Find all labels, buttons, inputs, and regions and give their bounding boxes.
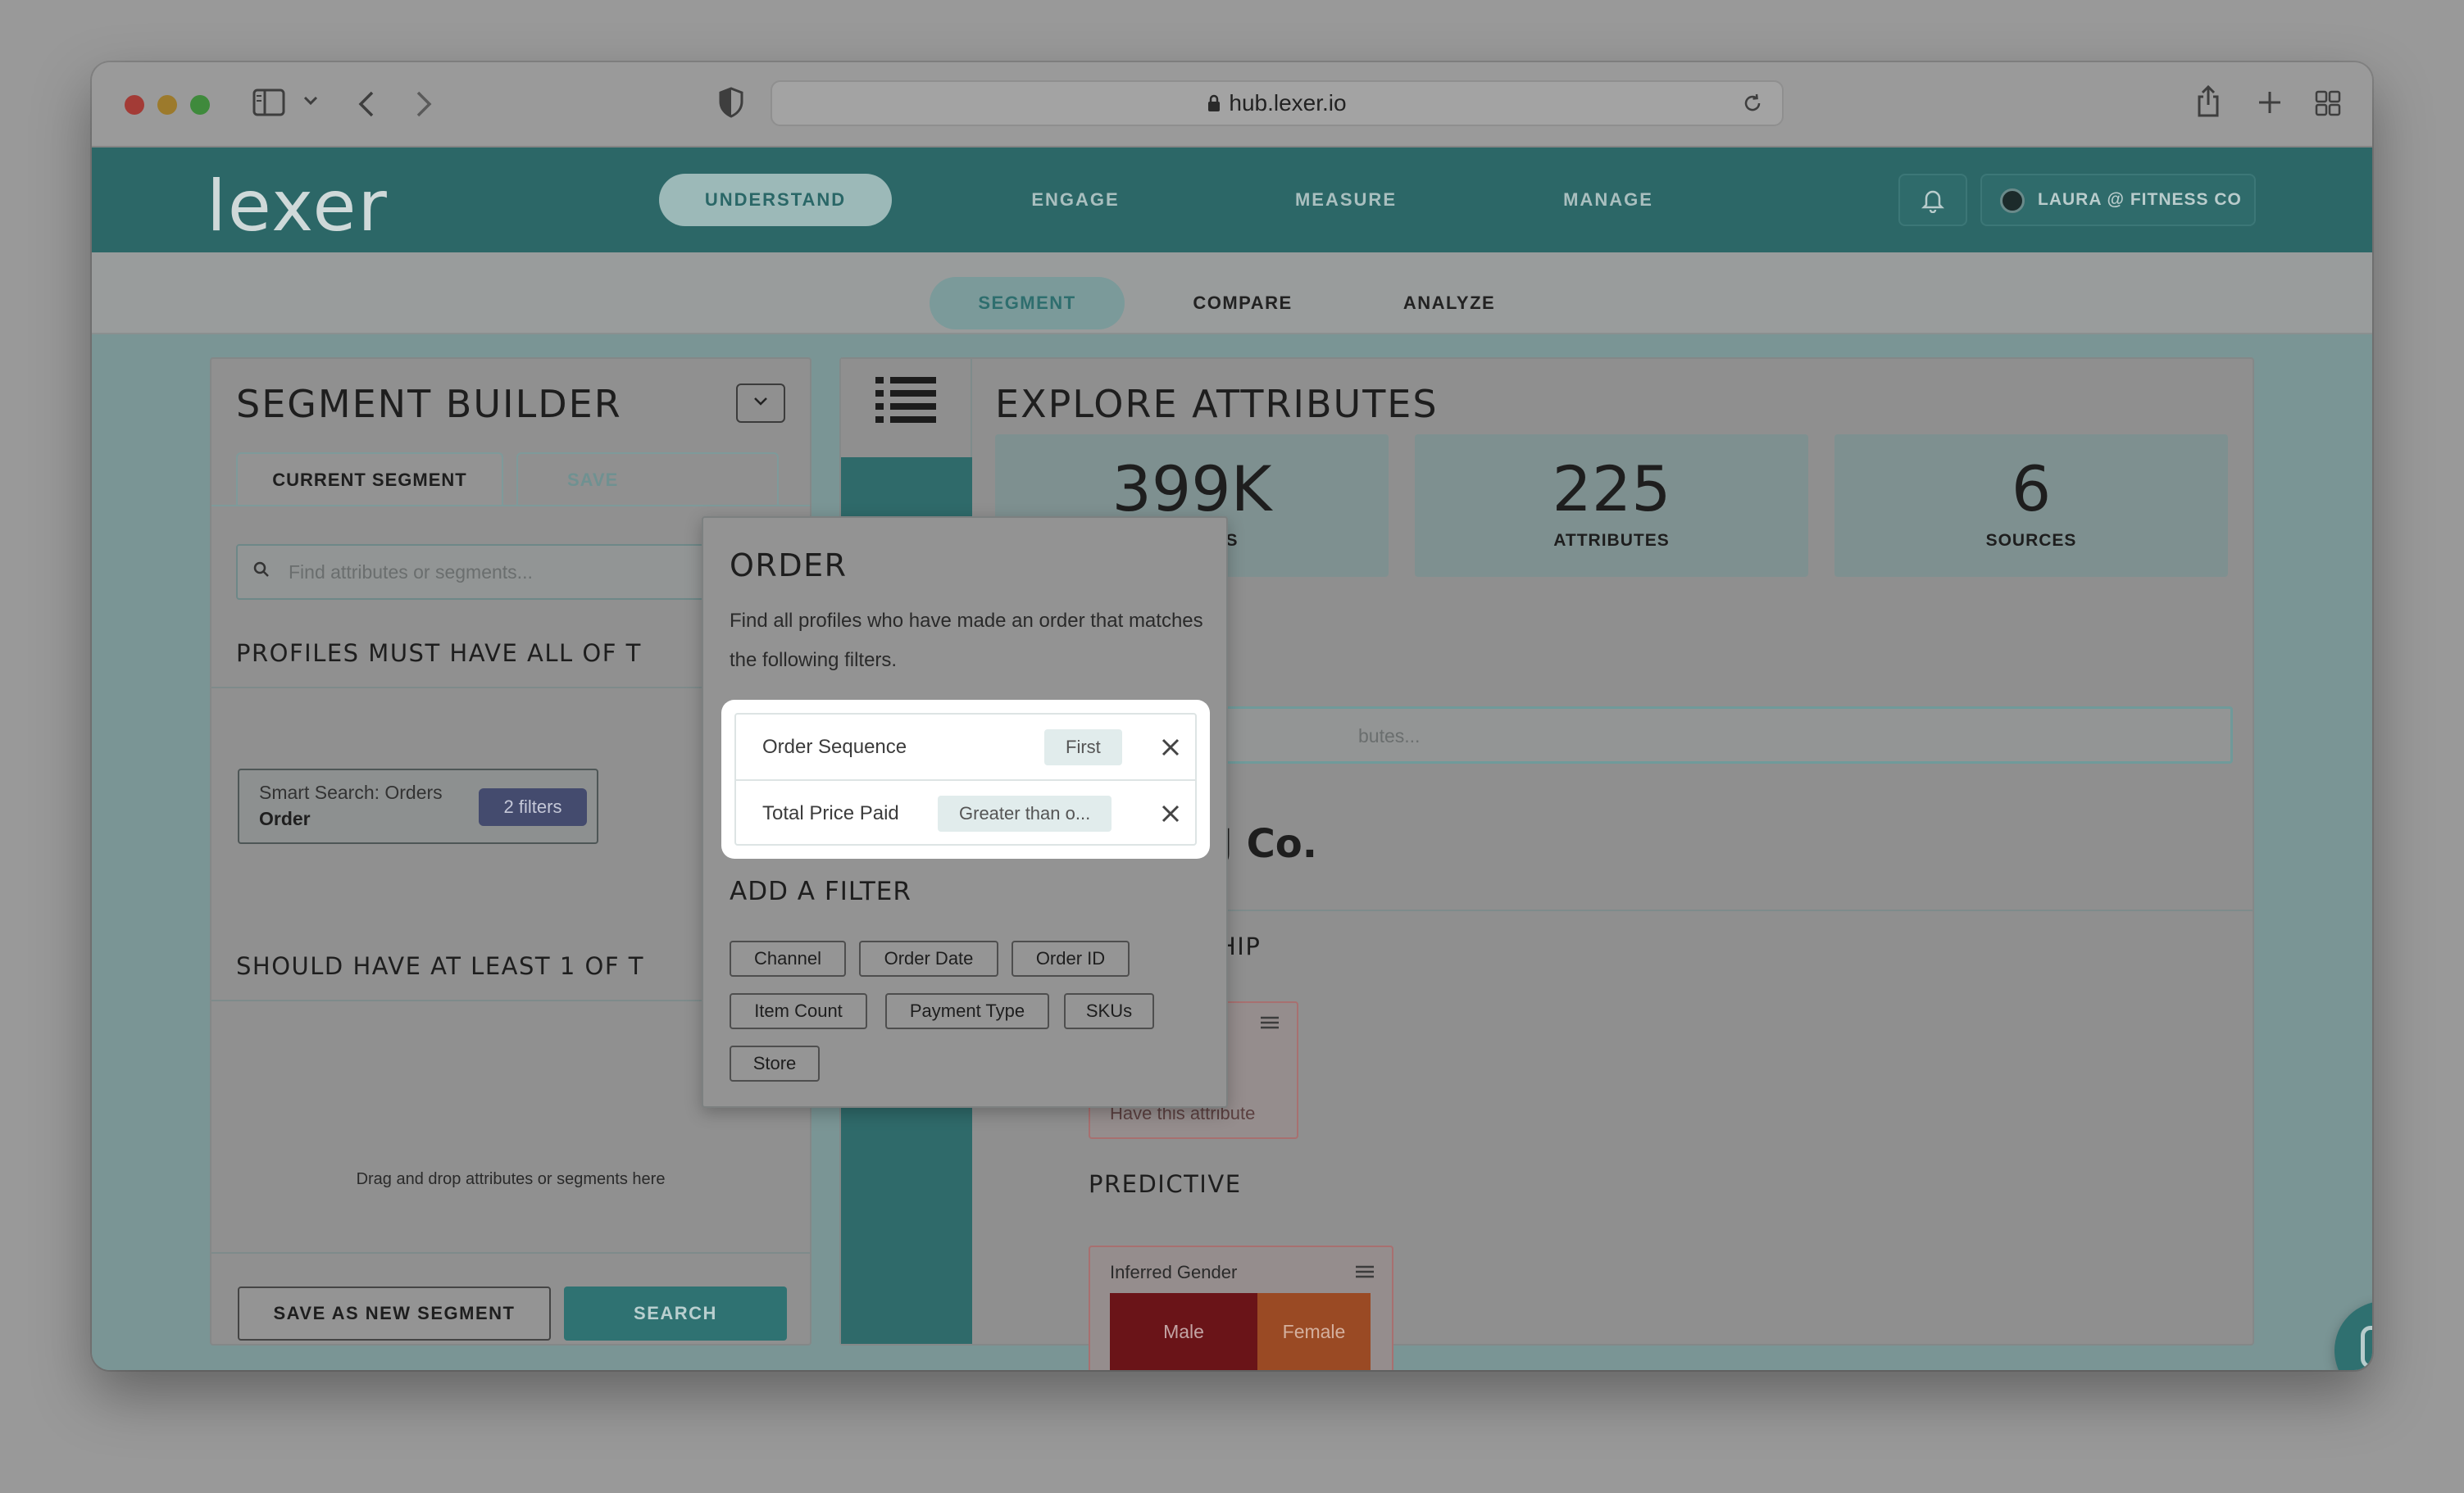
lexer-logo[interactable]: lexer (207, 166, 389, 247)
attribute-search-placeholder: butes... (1358, 725, 1421, 746)
stat-value: 225 (1552, 452, 1671, 525)
menu-icon[interactable] (1354, 1260, 1375, 1286)
popover-title: ORDER (730, 547, 848, 583)
nav-understand[interactable]: UNDERSTAND (659, 174, 892, 226)
sub-navigation: SEGMENT COMPARE ANALYZE (92, 252, 2372, 334)
smart-card-subtitle: Order (259, 808, 311, 829)
filter-row-order-sequence[interactable]: Order Sequence First (736, 715, 1195, 779)
sidebar-toggle-icon[interactable] (252, 88, 285, 121)
filter-option-skus[interactable]: SKUs (1064, 993, 1154, 1029)
gender-male-bar[interactable]: Male (1110, 1293, 1257, 1370)
back-icon[interactable] (356, 90, 377, 122)
chevron-down-icon (754, 397, 767, 406)
tab-overview-icon[interactable] (2315, 90, 2341, 120)
close-icon (1162, 738, 1180, 756)
stat-value: 399K (1112, 452, 1272, 525)
add-filter-title: ADD A FILTER (730, 877, 911, 906)
nav-engage[interactable]: ENGAGE (1002, 174, 1149, 226)
notifications-button[interactable] (1898, 174, 1967, 226)
maximize-window-button[interactable] (190, 95, 210, 115)
should-have-title: SHOULD HAVE AT LEAST 1 OF T (236, 952, 644, 980)
inferred-gender-card[interactable]: Inferred Gender Male Female (1089, 1246, 1393, 1370)
reload-icon[interactable] (1741, 92, 1764, 119)
top-navigation: lexer UNDERSTAND ENGAGE MEASURE MANAGE L… (92, 147, 2372, 252)
share-icon[interactable] (2195, 84, 2221, 122)
must-have-title: PROFILES MUST HAVE ALL OF T (236, 639, 642, 667)
tab-segment[interactable]: SEGMENT (930, 277, 1125, 329)
tab-saved-segments[interactable]: SAVE (516, 452, 779, 505)
stat-card-sources: 6 SOURCES (1834, 434, 2228, 577)
order-filter-popover: ORDER Find all profiles who have made an… (702, 516, 1228, 1108)
footer-divider (211, 1252, 810, 1254)
collapse-button[interactable] (736, 383, 785, 423)
remove-filter-button[interactable] (1154, 729, 1187, 765)
url-text: hub.lexer.io (772, 82, 1782, 125)
bell-icon (1921, 190, 1945, 214)
avatar (2000, 188, 2025, 213)
gender-female-bar[interactable]: Female (1257, 1293, 1371, 1370)
filter-option-channel[interactable]: Channel (730, 941, 846, 977)
menu-icon[interactable] (1259, 1011, 1280, 1037)
browser-window: hub.lexer.io lexer UNDERSTAND ENGAGE MEA… (92, 62, 2372, 1370)
filter-option-payment-type[interactable]: Payment Type (885, 993, 1049, 1029)
filter-value-chip[interactable]: First (1044, 729, 1122, 765)
tab-compare[interactable]: COMPARE (1162, 277, 1323, 329)
tab-divider (211, 505, 810, 506)
active-filters-highlight: Order Sequence First Total Price Paid Gr… (721, 700, 1210, 859)
url-label: hub.lexer.io (1229, 90, 1347, 116)
filter-option-order-id[interactable]: Order ID (1012, 941, 1130, 977)
attribute-search-input[interactable]: butes... (1077, 706, 2233, 764)
forward-icon[interactable] (413, 90, 434, 122)
filter-value-chip[interactable]: Greater than o... (938, 796, 1112, 832)
browser-toolbar: hub.lexer.io (92, 62, 2372, 147)
save-as-new-segment-button[interactable]: SAVE AS NEW SEGMENT (238, 1287, 551, 1341)
gender-card-label: Inferred Gender (1110, 1262, 1238, 1282)
drop-zone-hint: Drag and drop attributes or segments her… (356, 1170, 666, 1188)
search-button[interactable]: SEARCH (564, 1287, 787, 1341)
segment-builder-title: SEGMENT BUILDER (236, 382, 622, 426)
new-tab-icon[interactable] (2257, 90, 2282, 119)
list-view-toggle[interactable] (841, 359, 972, 457)
filter-row-total-price-paid[interactable]: Total Price Paid Greater than o... (736, 779, 1195, 844)
close-icon (1162, 805, 1180, 823)
chat-icon (2361, 1326, 2372, 1368)
address-bar[interactable]: hub.lexer.io (771, 80, 1784, 126)
popover-description: Find all profiles who have made an order… (730, 610, 1203, 671)
smart-card-title: Smart Search: Orders (259, 782, 443, 803)
nav-measure[interactable]: MEASURE (1264, 174, 1428, 226)
stat-label: SOURCES (1985, 531, 2077, 550)
filter-label: Order Sequence (762, 736, 907, 758)
shield-icon[interactable] (718, 87, 744, 122)
nav-manage[interactable]: MANAGE (1534, 174, 1682, 226)
filter-option-item-count[interactable]: Item Count (730, 993, 867, 1029)
user-label: LAURA @ FITNESS CO (2038, 190, 2242, 209)
smart-search-card[interactable]: Smart Search: Orders Order 2 filters (238, 769, 598, 844)
close-window-button[interactable] (125, 95, 144, 115)
company-name: J Co. (1218, 821, 1318, 867)
list-icon (875, 377, 936, 424)
stat-label: ATTRIBUTES (1553, 531, 1670, 550)
predictive-section-title: PREDICTIVE (1089, 1170, 1242, 1198)
active-filters-list: Order Sequence First Total Price Paid Gr… (734, 713, 1197, 846)
remove-filter-button[interactable] (1154, 796, 1187, 832)
search-placeholder: Find attributes or segments... (289, 561, 533, 583)
chevron-down-icon[interactable] (302, 93, 320, 111)
filter-option-order-date[interactable]: Order Date (859, 941, 998, 977)
filter-label: Total Price Paid (762, 802, 899, 824)
filter-option-store[interactable]: Store (730, 1046, 820, 1082)
tab-current-segment[interactable]: CURRENT SEGMENT (236, 452, 503, 505)
search-icon (252, 559, 270, 584)
stat-value: 6 (2011, 452, 2052, 525)
user-menu-button[interactable]: LAURA @ FITNESS CO (1980, 174, 2256, 226)
lock-icon (1207, 84, 1221, 126)
tab-analyze[interactable]: ANALYZE (1367, 277, 1531, 329)
filters-badge[interactable]: 2 filters (479, 788, 587, 826)
explore-attributes-title: EXPLORE ATTRIBUTES (995, 382, 1439, 426)
minimize-window-button[interactable] (157, 95, 177, 115)
stat-card-attributes: 225 ATTRIBUTES (1415, 434, 1808, 577)
